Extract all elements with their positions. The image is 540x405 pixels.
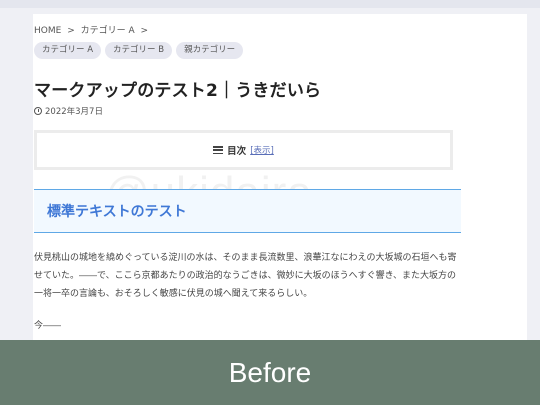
article-card xyxy=(33,14,527,354)
top-bar xyxy=(0,0,540,8)
list-icon xyxy=(213,146,224,154)
breadcrumb-separator: > xyxy=(67,26,75,36)
breadcrumb-separator: > xyxy=(140,26,149,36)
clock-icon xyxy=(34,107,42,115)
toc-title: 目次 xyxy=(227,146,247,157)
page-title: マークアップのテスト2｜うきだいら xyxy=(34,81,322,101)
category-tag-b[interactable]: カテゴリー B xyxy=(105,42,173,59)
toc-toggle-link[interactable]: [表示] xyxy=(250,144,274,156)
breadcrumb-category-a[interactable]: カテゴリー A xyxy=(81,26,135,36)
breadcrumb-home[interactable]: HOME xyxy=(34,26,61,36)
next-paragraph: 今―― xyxy=(34,321,62,331)
before-banner: Before xyxy=(0,340,540,405)
category-tags: カテゴリー A カテゴリー B 親カテゴリー xyxy=(34,42,244,59)
category-tag-parent[interactable]: 親カテゴリー xyxy=(176,42,244,59)
breadcrumb: HOME > カテゴリー A > xyxy=(34,23,151,36)
body-paragraph: 伏見桃山の城地を繞めぐっている淀川の水は、そのまま長流数里、浪華江なにわえの大坂… xyxy=(34,253,457,299)
post-date: 2022年3月7日 xyxy=(34,105,103,117)
post-date-text: 2022年3月7日 xyxy=(45,107,103,117)
section-heading-text: 標準テキストのテスト xyxy=(47,204,187,220)
category-tag-a[interactable]: カテゴリー A xyxy=(34,42,102,59)
table-of-contents: 目次 [表示] xyxy=(34,130,453,170)
section-heading: 標準テキストのテスト xyxy=(34,189,461,233)
banner-label: Before xyxy=(228,356,312,388)
